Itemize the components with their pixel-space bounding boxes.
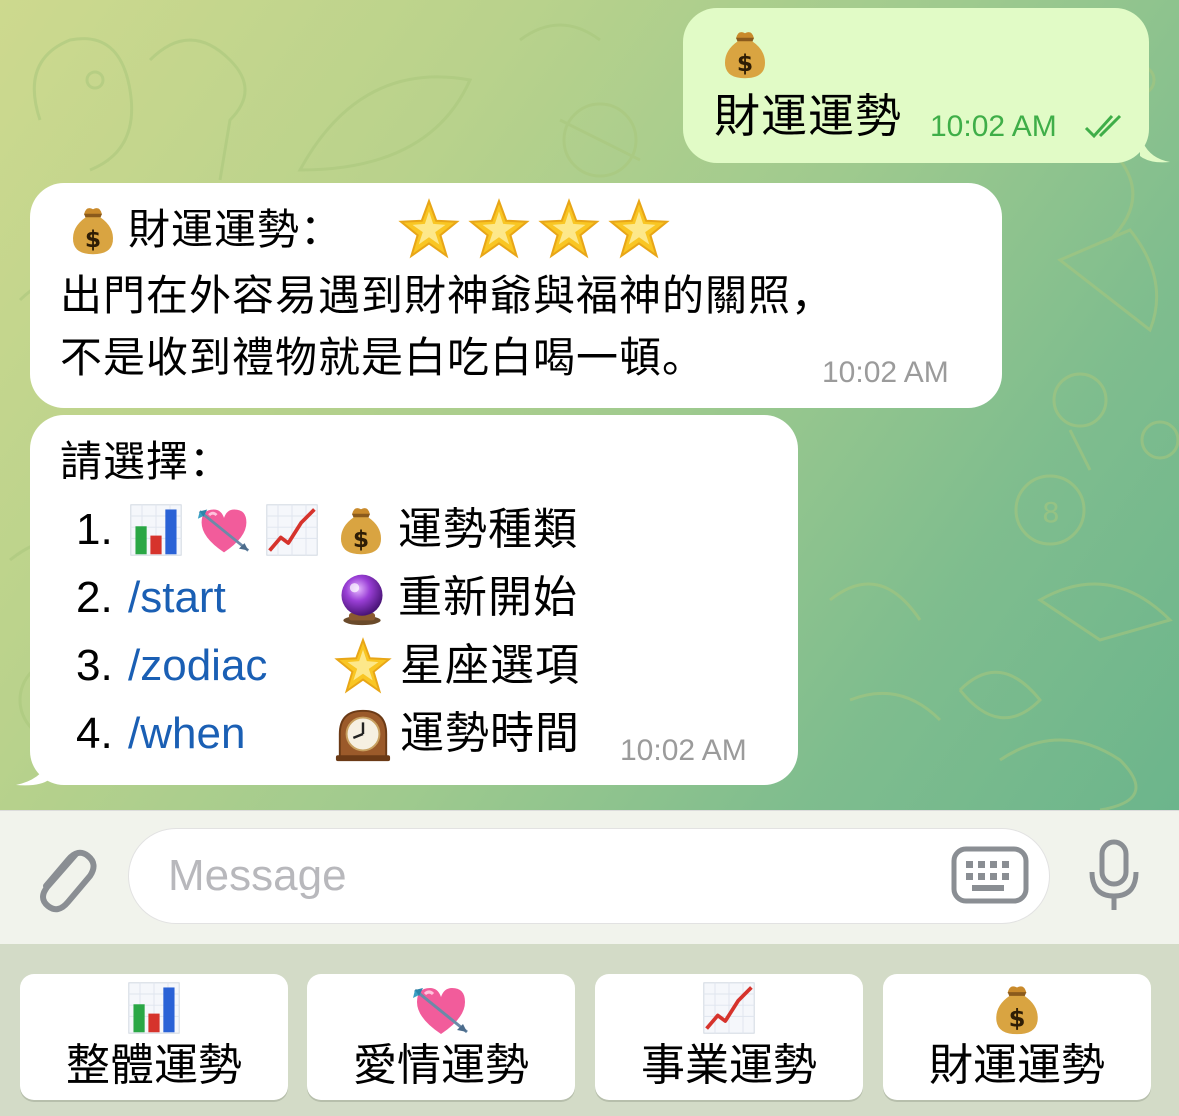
menu-item-label: 重新開始 — [398, 572, 578, 623]
trend-up-icon — [264, 502, 320, 558]
menu-item-number: 1. — [76, 505, 113, 554]
outgoing-message-text: 財運運勢 — [714, 89, 902, 143]
menu-item: 1. — [76, 500, 113, 560]
keyboard-button-label: 事業運勢 — [641, 1040, 817, 1091]
microphone-icon[interactable] — [1086, 838, 1146, 914]
star-icon — [608, 198, 670, 260]
bar-chart-icon — [128, 502, 184, 558]
career-fortune-button[interactable]: 事業運勢 — [595, 974, 863, 1100]
heart-arrow-icon — [411, 980, 471, 1040]
menu-item-number: 4. — [76, 709, 113, 758]
keyboard-toggle-icon[interactable] — [950, 845, 1030, 905]
keyboard-button-label: 財運運勢 — [929, 1040, 1105, 1091]
menu-item-label: 運勢種類 — [398, 504, 578, 555]
overall-fortune-button[interactable]: 整體運勢 — [20, 974, 288, 1100]
keyboard-button-label: 愛情運勢 — [353, 1040, 529, 1091]
svg-text:8: 8 — [1042, 496, 1060, 529]
menu-item-label: 星座選項 — [400, 640, 580, 691]
star-icon — [334, 637, 392, 695]
menu-item: 3. — [76, 636, 113, 696]
menu-item: 4. — [76, 704, 113, 764]
menu-item-number: 3. — [76, 641, 113, 690]
fortune-title: 財運運勢： — [128, 205, 344, 254]
read-checkmarks-icon — [1084, 114, 1122, 139]
menu-item-label: 運勢時間 — [400, 708, 580, 759]
star-icon — [398, 198, 460, 260]
outgoing-message-time: 10:02 AM — [930, 110, 1057, 143]
when-command-link[interactable]: /when — [128, 704, 245, 764]
zodiac-command-link[interactable]: /zodiac — [128, 636, 267, 696]
star-icon — [538, 198, 600, 260]
money-bag-icon — [66, 202, 120, 256]
fortune-message-time: 10:02 AM — [822, 356, 949, 389]
star-icon — [468, 198, 530, 260]
start-command-link[interactable]: /start — [128, 568, 226, 628]
message-input-placeholder: Message — [168, 851, 347, 900]
money-bag-icon — [989, 980, 1045, 1036]
menu-item: 2. — [76, 568, 113, 628]
keyboard-button-label: 整體運勢 — [66, 1040, 242, 1091]
money-bag-icon — [718, 26, 772, 80]
mantel-clock-icon — [334, 705, 392, 763]
fortune-line-1: 出門在外容易遇到財神爺與福神的關照， — [60, 271, 835, 320]
menu-message-time: 10:02 AM — [620, 734, 747, 767]
heart-arrow-icon — [196, 502, 252, 558]
crystal-ball-icon — [334, 570, 390, 626]
fortune-line-2: 不是收到禮物就是白吃白喝一頓。 — [60, 333, 706, 382]
money-bag-icon — [334, 502, 388, 556]
wealth-fortune-button[interactable]: 財運運勢 — [883, 974, 1151, 1100]
fortune-star-rating — [398, 198, 678, 262]
outgoing-bubble-tail — [1140, 134, 1170, 163]
bar-chart-icon — [126, 980, 182, 1036]
paperclip-icon[interactable] — [30, 836, 100, 916]
menu-item-number: 2. — [76, 573, 113, 622]
trend-up-icon — [701, 980, 757, 1036]
love-fortune-button[interactable]: 愛情運勢 — [307, 974, 575, 1100]
menu-heading: 請選擇： — [60, 437, 233, 486]
incoming-bubble-tail — [16, 757, 50, 786]
